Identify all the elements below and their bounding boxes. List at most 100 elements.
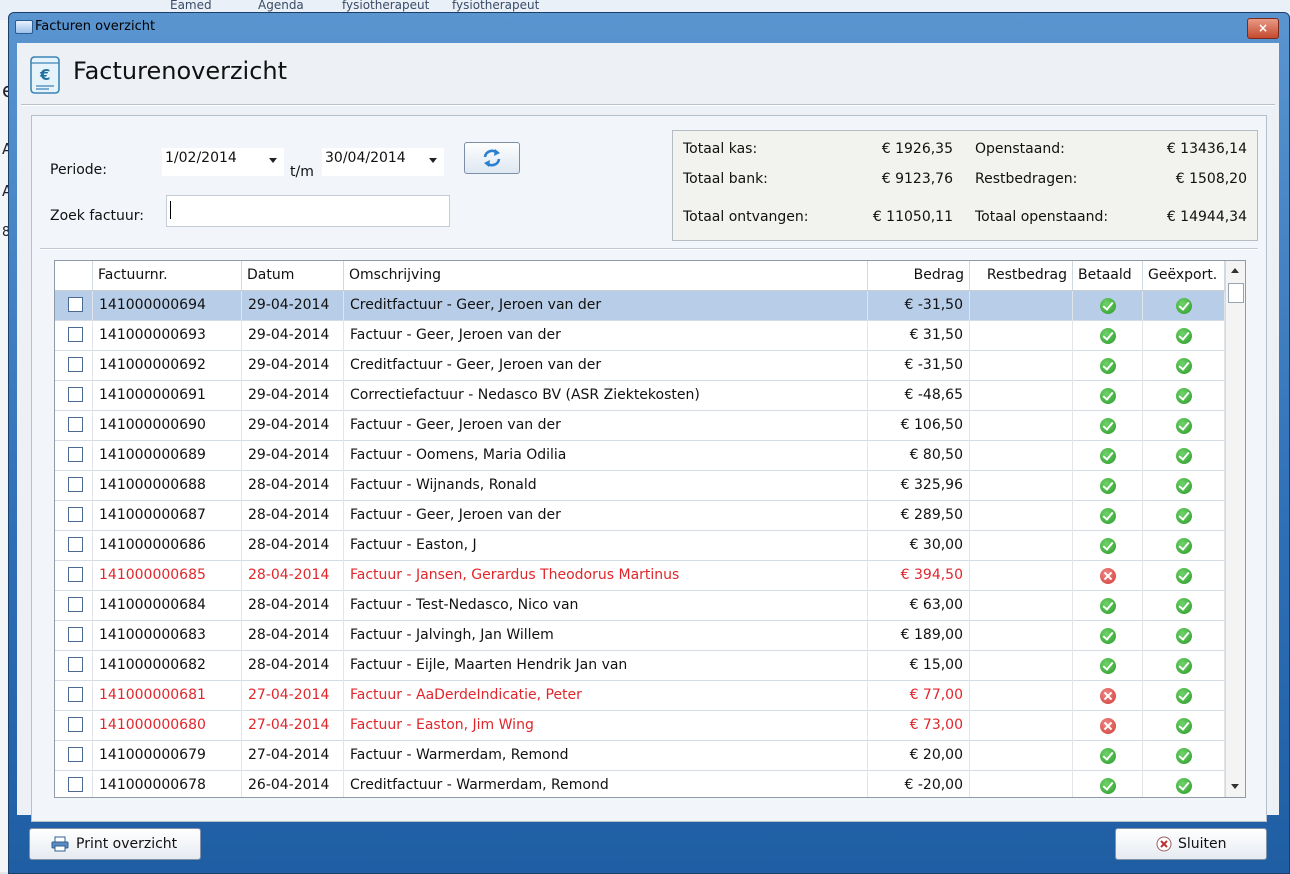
check-circle-icon (1100, 628, 1116, 644)
chevron-down-icon[interactable] (429, 158, 437, 163)
printer-icon (51, 836, 69, 852)
table-row[interactable]: 141000000688 28-04-2014 Factuur - Wijnands… (55, 471, 1225, 501)
cell-betaald (1073, 711, 1143, 741)
title-bar[interactable]: Facturen overzicht × (9, 13, 1289, 43)
row-checkbox-cell (55, 591, 93, 621)
row-checkbox-cell (55, 621, 93, 651)
scroll-down-icon[interactable] (1231, 784, 1239, 789)
window-title: Facturen overzicht (35, 19, 156, 34)
check-circle-icon (1100, 598, 1116, 614)
table-row[interactable]: 141000000680 27-04-2014 Factuur - Easton, … (55, 711, 1225, 741)
cell-rest (970, 591, 1073, 621)
column-header-bedrag[interactable]: Bedrag (868, 261, 970, 290)
background-tab: fysiotherapeut (452, 0, 540, 12)
table-row[interactable]: 141000000683 28-04-2014 Factuur - Jalvingh… (55, 621, 1225, 651)
row-checkbox[interactable] (68, 357, 83, 372)
facturen-window: Facturen overzicht × € Facturenoverzicht… (8, 12, 1290, 874)
column-header-betaald[interactable]: Betaald (1073, 261, 1143, 290)
window-close-button[interactable]: × (1247, 18, 1279, 39)
cell-rest (970, 651, 1073, 681)
cell-nr: 141000000682 (93, 651, 242, 681)
table-row[interactable]: 141000000692 29-04-2014 Creditfactuur - Ge… (55, 351, 1225, 381)
search-input[interactable] (166, 195, 450, 227)
cell-datum: 29-04-2014 (242, 321, 344, 351)
table-row[interactable]: 141000000684 28-04-2014 Factuur - Test-Ned… (55, 591, 1225, 621)
row-checkbox[interactable] (68, 687, 83, 702)
table-row[interactable]: 141000000690 29-04-2014 Factuur - Geer, Je… (55, 411, 1225, 441)
table-row[interactable]: 141000000691 29-04-2014 Correctiefactuur -… (55, 381, 1225, 411)
print-overzicht-button[interactable]: Print overzicht (29, 828, 201, 860)
row-checkbox[interactable] (68, 507, 83, 522)
row-checkbox-cell (55, 441, 93, 471)
row-checkbox-cell (55, 771, 93, 797)
row-checkbox[interactable] (68, 657, 83, 672)
print-button-label: Print overzicht (76, 836, 178, 852)
row-checkbox-cell (55, 711, 93, 741)
cell-bedrag: € -48,65 (868, 381, 970, 411)
row-checkbox[interactable] (68, 417, 83, 432)
cell-bedrag: € 80,50 (868, 441, 970, 471)
row-checkbox[interactable] (68, 747, 83, 762)
row-checkbox[interactable] (68, 567, 83, 582)
row-checkbox[interactable] (68, 297, 83, 312)
table-row[interactable]: 141000000678 26-04-2014 Creditfactuur - Wa… (55, 771, 1225, 797)
row-checkbox[interactable] (68, 627, 83, 642)
row-checkbox-cell (55, 501, 93, 531)
table-row[interactable]: 141000000685 28-04-2014 Factuur - Jansen, … (55, 561, 1225, 591)
chevron-down-icon[interactable] (269, 158, 277, 163)
table-row[interactable]: 141000000689 29-04-2014 Factuur - Oomens, … (55, 441, 1225, 471)
check-circle-icon (1176, 508, 1192, 524)
cell-nr: 141000000681 (93, 681, 242, 711)
table-row[interactable]: 141000000679 27-04-2014 Factuur - Warmerda… (55, 741, 1225, 771)
row-checkbox[interactable] (68, 327, 83, 342)
check-circle-icon (1176, 478, 1192, 494)
tm-label: t/m (290, 164, 314, 180)
restbedragen-value: € 1508,20 (1175, 171, 1247, 187)
refresh-button[interactable] (464, 142, 520, 174)
row-checkbox[interactable] (68, 597, 83, 612)
column-header-geexport[interactable]: Geëxport. (1143, 261, 1225, 290)
row-checkbox[interactable] (68, 717, 83, 732)
cell-geexport (1143, 741, 1225, 771)
row-checkbox[interactable] (68, 447, 83, 462)
row-checkbox[interactable] (68, 387, 83, 402)
table-row[interactable]: 141000000694 29-04-2014 Creditfactuur - Ge… (55, 291, 1225, 321)
row-checkbox-cell (55, 651, 93, 681)
table-row[interactable]: 141000000693 29-04-2014 Factuur - Geer, Je… (55, 321, 1225, 351)
row-checkbox[interactable] (68, 477, 83, 492)
window-client-area: € Facturenoverzicht Periode: 1/02/2014 t… (17, 43, 1279, 822)
column-header-datum[interactable]: Datum (242, 261, 344, 290)
sluiten-button[interactable]: Sluiten (1115, 828, 1267, 860)
cell-nr: 141000000683 (93, 621, 242, 651)
column-header-factuurnr[interactable]: Factuurnr. (93, 261, 242, 290)
periode-label: Periode: (50, 162, 107, 178)
cell-bedrag: € 106,50 (868, 411, 970, 441)
row-checkbox[interactable] (68, 777, 83, 792)
column-header-omschrijving[interactable]: Omschrijving (344, 261, 868, 290)
table-row[interactable]: 141000000687 28-04-2014 Factuur - Geer, Je… (55, 501, 1225, 531)
row-checkbox-cell (55, 741, 93, 771)
cell-geexport (1143, 291, 1225, 321)
scroll-thumb[interactable] (1228, 283, 1244, 303)
cell-bedrag: € 394,50 (868, 561, 970, 591)
restbedragen-label: Restbedragen: (975, 171, 1078, 187)
check-circle-icon (1176, 598, 1192, 614)
cell-bedrag: € 63,00 (868, 591, 970, 621)
table-row[interactable]: 141000000686 28-04-2014 Factuur - Easton, … (55, 531, 1225, 561)
cell-rest (970, 711, 1073, 741)
vertical-scrollbar[interactable] (1225, 261, 1245, 797)
cell-geexport (1143, 561, 1225, 591)
check-circle-icon (1100, 658, 1116, 674)
table-row[interactable]: 141000000682 28-04-2014 Factuur - Eijle, M… (55, 651, 1225, 681)
check-circle-icon (1176, 388, 1192, 404)
table-row[interactable]: 141000000681 27-04-2014 Factuur - AaDerdeI… (55, 681, 1225, 711)
sluiten-button-label: Sluiten (1178, 836, 1227, 852)
totaal-kas-value: € 1926,35 (881, 141, 953, 157)
scroll-up-icon[interactable] (1231, 268, 1239, 273)
row-checkbox[interactable] (68, 537, 83, 552)
cell-nr: 141000000685 (93, 561, 242, 591)
from-date-picker[interactable]: 1/02/2014 (162, 148, 284, 176)
check-circle-icon (1176, 658, 1192, 674)
column-header-restbedrag[interactable]: Restbedrag (970, 261, 1073, 290)
to-date-picker[interactable]: 30/04/2014 (322, 148, 444, 176)
